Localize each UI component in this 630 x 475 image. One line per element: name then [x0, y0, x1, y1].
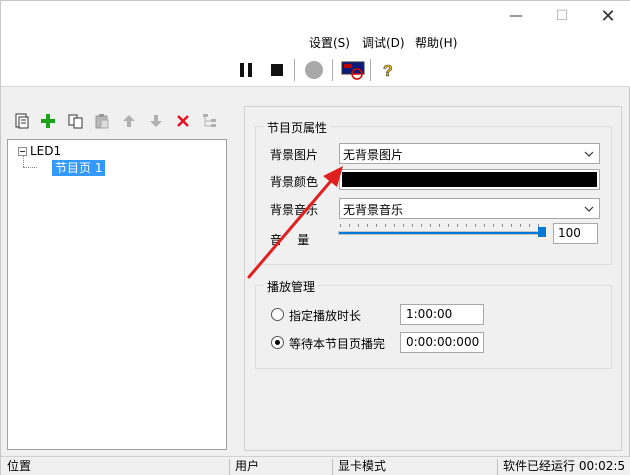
- tree-connector: [23, 167, 37, 168]
- paste-button[interactable]: [91, 110, 113, 132]
- volume-slider-ticks: [340, 224, 542, 227]
- add-button[interactable]: [37, 110, 59, 132]
- status-runtime: 软件已经运行 00:02:5: [503, 459, 626, 473]
- bg-color-swatch: [342, 172, 597, 187]
- page-tree-panel: LED1 节目页 1: [7, 106, 229, 451]
- playback-group: 播放管理 指定播放时长 1:00:00 等待本节目页播完 0:00:00:000: [255, 278, 612, 369]
- delete-button[interactable]: [172, 110, 194, 132]
- tree-structure-icon: [203, 114, 216, 127]
- wait-input[interactable]: 0:00:00:000: [400, 332, 484, 353]
- record-icon: [305, 61, 323, 79]
- bg-image-label: 背景图片: [270, 148, 319, 162]
- tree-item-led1[interactable]: LED1: [18, 144, 61, 158]
- delete-icon: [177, 115, 189, 127]
- new-page-button[interactable]: [11, 110, 33, 132]
- move-up-icon: [123, 115, 135, 127]
- menu-bar: 设置(S) 调试(D) 帮助(H): [1, 31, 630, 53]
- tree-structure-button[interactable]: [199, 110, 221, 132]
- volume-input[interactable]: 100: [553, 223, 598, 244]
- status-divider: [332, 459, 333, 475]
- new-page-icon: [15, 113, 29, 129]
- copy-button[interactable]: [65, 110, 87, 132]
- tree-item-page-1[interactable]: 节目页 1: [52, 160, 106, 176]
- tree-root-label: LED1: [30, 144, 62, 158]
- close-button[interactable]: ✕: [585, 1, 630, 31]
- bg-music-label: 背景音乐: [270, 203, 319, 217]
- status-divider: [497, 459, 498, 475]
- svg-text:?: ?: [383, 63, 393, 80]
- playback-title: 播放管理: [264, 278, 319, 295]
- help-icon: ?: [383, 63, 393, 80]
- main-window: — ☐ ✕ 设置(S) 调试(D) 帮助(H) ? LED1 节目页 1 节目页…: [0, 0, 630, 475]
- toolbar-separator: [332, 59, 333, 81]
- minimize-button[interactable]: —: [493, 1, 539, 31]
- page-tree[interactable]: LED1 节目页 1: [7, 139, 227, 450]
- status-divider: [229, 459, 230, 475]
- tree-connector: [23, 155, 24, 167]
- screen-off-button[interactable]: [341, 58, 365, 82]
- wait-label[interactable]: 等待本节目页播完: [289, 335, 385, 352]
- status-position: 位置: [7, 459, 32, 473]
- title-bar: — ☐ ✕: [1, 1, 630, 31]
- paste-icon: [95, 114, 109, 129]
- copy-icon: [68, 114, 83, 129]
- bg-color-picker[interactable]: [339, 169, 600, 190]
- help-button[interactable]: ?: [376, 58, 400, 82]
- page-properties-group: 节目页属性 背景图片 无背景图片 背景颜色 背景音乐 无背景音乐 音 量 100: [255, 119, 612, 265]
- properties-panel: 节目页属性 背景图片 无背景图片 背景颜色 背景音乐 无背景音乐 音 量 100: [244, 106, 622, 451]
- toolbar-separator: [294, 59, 295, 81]
- move-down-icon: [150, 115, 162, 127]
- chevron-down-icon: [584, 206, 594, 212]
- bg-image-select[interactable]: 无背景图片: [339, 143, 600, 164]
- move-up-button[interactable]: [118, 110, 140, 132]
- bg-music-value: 无背景音乐: [343, 203, 404, 217]
- maximize-button[interactable]: ☐: [539, 1, 585, 31]
- record-button[interactable]: [302, 58, 326, 82]
- page-properties-title: 节目页属性: [264, 119, 331, 136]
- status-bar: 位置 用户 显卡模式 软件已经运行 00:02:5: [1, 456, 630, 475]
- volume-slider-track[interactable]: [338, 231, 544, 235]
- duration-input[interactable]: 1:00:00: [400, 304, 484, 325]
- stop-icon: [271, 64, 283, 76]
- bg-music-select[interactable]: 无背景音乐: [339, 198, 600, 219]
- volume-label: 音 量: [270, 233, 310, 247]
- menu-debug[interactable]: 调试(D): [362, 34, 405, 51]
- pause-icon: [240, 63, 252, 77]
- menu-settings[interactable]: 设置(S): [309, 34, 350, 51]
- stop-button[interactable]: [265, 58, 289, 82]
- status-user: 用户: [235, 459, 260, 473]
- pause-button[interactable]: [234, 58, 258, 82]
- wait-radio[interactable]: [271, 336, 284, 349]
- toolbar-separator: [370, 59, 371, 81]
- status-display-mode: 显卡模式: [338, 459, 387, 473]
- chevron-down-icon: [584, 151, 594, 157]
- duration-radio[interactable]: [271, 308, 284, 321]
- screen-off-icon: [341, 61, 365, 80]
- main-toolbar: ?: [1, 53, 630, 87]
- bg-image-value: 无背景图片: [343, 148, 404, 162]
- move-down-button[interactable]: [145, 110, 167, 132]
- duration-label[interactable]: 指定播放时长: [289, 307, 361, 324]
- bg-color-label: 背景颜色: [270, 175, 319, 189]
- menu-help[interactable]: 帮助(H): [415, 34, 457, 51]
- volume-slider-fill: [339, 232, 543, 234]
- add-icon: [41, 114, 55, 128]
- volume-slider-thumb[interactable]: [538, 227, 546, 237]
